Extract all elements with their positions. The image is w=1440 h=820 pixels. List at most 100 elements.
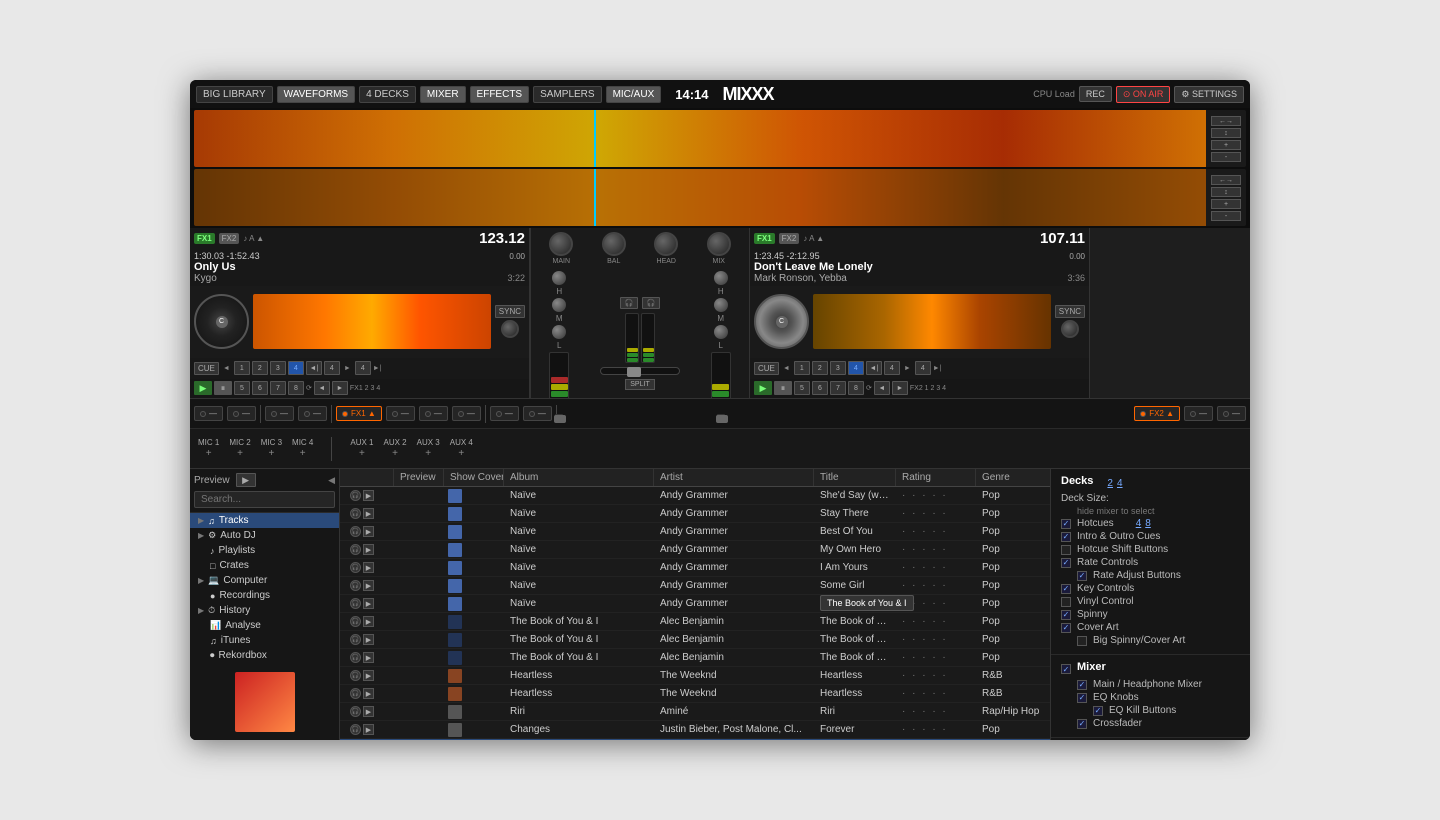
wf2-ctrl1[interactable]: ←→: [1211, 175, 1241, 185]
rp-decks-2[interactable]: 2: [1107, 478, 1113, 489]
deck2-cue-btn[interactable]: CUE: [754, 362, 779, 375]
row-play-8[interactable]: ▶: [363, 634, 374, 645]
rp-hcshift-check[interactable]: [1061, 545, 1071, 555]
fx-power4[interactable]: —: [490, 406, 519, 421]
rp-key-check[interactable]: ✓: [1061, 584, 1071, 594]
fx-power2[interactable]: —: [265, 406, 294, 421]
rp-eqknobs-check[interactable]: ✓: [1077, 693, 1087, 703]
row-play-0[interactable]: ▶: [363, 490, 374, 501]
deck2-pitch-knob[interactable]: [1061, 320, 1079, 338]
tree-item-recordings[interactable]: ● Recordings: [190, 588, 339, 603]
row-play-4[interactable]: ▶: [363, 562, 374, 573]
wf1-ctrl1[interactable]: ←→: [1211, 116, 1241, 126]
deck2-hc5[interactable]: ◄|: [866, 361, 882, 375]
fx-unit6[interactable]: —: [1184, 406, 1213, 421]
row-headphone-12[interactable]: 🎧: [350, 706, 361, 717]
deck1-cue-btn[interactable]: CUE: [194, 362, 219, 375]
mic3-add[interactable]: +: [268, 448, 274, 459]
wf1-ctrl3[interactable]: +: [1211, 140, 1241, 150]
deck1-loop2[interactable]: ►: [332, 381, 348, 395]
fx-unit-fx1[interactable]: FX1 ▲: [336, 406, 382, 421]
table-row[interactable]: 🎧 ▶ Naïve Andy Grammer My Own Hero · · ·…: [340, 541, 1050, 559]
mixer-bal-knob[interactable]: [602, 232, 626, 256]
row-headphone-4[interactable]: 🎧: [350, 562, 361, 573]
fx-unit1[interactable]: —: [227, 406, 256, 421]
rp-vinyl-check[interactable]: [1061, 597, 1071, 607]
waveform-deck2[interactable]: ←→ ↕ + -: [194, 169, 1246, 226]
deck1-pitch-knob[interactable]: [501, 320, 519, 338]
table-row[interactable]: 🎧 ▶ Heartless The Weeknd Heartless · · ·…: [340, 667, 1050, 685]
nav-4decks[interactable]: 4 DECKS: [359, 86, 416, 103]
nav-micaux[interactable]: MIC/AUX: [606, 86, 662, 103]
search-input[interactable]: [194, 491, 335, 508]
rp-hc-8[interactable]: 8: [1145, 518, 1151, 529]
deck1-pause-btn[interactable]: ⏸: [214, 381, 232, 395]
row-headphone-13[interactable]: 🎧: [350, 724, 361, 735]
table-row[interactable]: 🎧 ▶ Heartless The Weeknd Heartless · · ·…: [340, 685, 1050, 703]
aux4-add[interactable]: +: [458, 448, 464, 459]
rp-spinny-check[interactable]: ✓: [1061, 610, 1071, 620]
row-play-1[interactable]: ▶: [363, 508, 374, 519]
tree-item-analyse[interactable]: 📊 Analyse: [190, 618, 339, 633]
row-headphone-1[interactable]: 🎧: [350, 508, 361, 519]
col-title[interactable]: Title: [814, 469, 896, 486]
crossfader[interactable]: [600, 367, 680, 375]
deck1-hc6[interactable]: 4: [324, 361, 340, 375]
deck2-play-btn[interactable]: ▶: [754, 381, 772, 395]
preview-play-btn[interactable]: ▶: [236, 473, 256, 487]
deck2-t2[interactable]: 6: [812, 381, 828, 395]
deck1-hc3[interactable]: 3: [270, 361, 286, 375]
deck2-loop1[interactable]: ◄: [874, 381, 890, 395]
tree-item-computer[interactable]: ▶ 💻 Computer: [190, 573, 339, 588]
rp-bigspinny-check[interactable]: [1077, 636, 1087, 646]
table-row[interactable]: 🎧 ▶ Naïve Andy Grammer I Am Yours · · · …: [340, 559, 1050, 577]
table-row[interactable]: 🎧 ▶ Naïve Andy Grammer Naïve · · · · · P…: [340, 595, 1050, 613]
nav-big-library[interactable]: BIG LIBRARY: [196, 86, 273, 103]
rec-button[interactable]: REC: [1079, 86, 1112, 102]
deck1-play-btn[interactable]: ▶: [194, 381, 212, 395]
deck1-hc7[interactable]: 4: [355, 361, 371, 375]
nav-samplers[interactable]: SAMPLERS: [533, 86, 601, 103]
tree-item-rekordbox[interactable]: ⏺ Rekordbox: [190, 648, 339, 663]
deck2-pause-btn[interactable]: ⏸: [774, 381, 792, 395]
tree-item-serato[interactable]: 🎵 Serato: [190, 663, 339, 664]
deck1-loop1[interactable]: ◄: [314, 381, 330, 395]
wf2-ctrl2[interactable]: ↕: [1211, 187, 1241, 197]
col-actions[interactable]: [344, 469, 394, 486]
deck2-loop2[interactable]: ►: [892, 381, 908, 395]
table-row[interactable]: 🎧 ▶ Riri Aminé Riri · · · · · Rap/Hip Ho…: [340, 703, 1050, 721]
mic4-add[interactable]: +: [300, 448, 306, 459]
table-row[interactable]: 🎧 ▶ Naïve Andy Grammer Best Of You · · ·…: [340, 523, 1050, 541]
deck1-t3[interactable]: 7: [270, 381, 286, 395]
mixer-main-knob[interactable]: [549, 232, 573, 256]
wf1-ctrl2[interactable]: ↕: [1211, 128, 1241, 138]
col-preview[interactable]: Preview: [394, 469, 444, 486]
deck1-sync-btn[interactable]: SYNC: [495, 305, 525, 318]
table-row[interactable]: 🎧 ▶ The Book of You & I Alec Benjamin Th…: [340, 649, 1050, 667]
headphone-l[interactable]: 🎧: [620, 297, 638, 309]
deck2-t4[interactable]: 8: [848, 381, 864, 395]
wf2-ctrl4[interactable]: -: [1211, 211, 1241, 221]
row-headphone-7[interactable]: 🎧: [350, 616, 361, 627]
table-row[interactable]: 🎧 ▶ Naïve Andy Grammer Some Girl · · · ·…: [340, 577, 1050, 595]
rp-rateadj-check[interactable]: ✓: [1077, 571, 1087, 581]
row-play-6[interactable]: ▶: [363, 598, 374, 609]
eq-l-right[interactable]: [714, 325, 728, 339]
row-play-13[interactable]: ▶: [363, 724, 374, 735]
on-air-button[interactable]: ⊙ ON AIR: [1116, 86, 1171, 103]
nav-effects[interactable]: EFFECTS: [470, 86, 530, 103]
wf1-ctrl4[interactable]: -: [1211, 152, 1241, 162]
col-artist[interactable]: Artist: [654, 469, 814, 486]
table-row[interactable]: 🎧 ▶ Naïve Andy Grammer She'd Say (with L…: [340, 487, 1050, 505]
nav-waveforms[interactable]: WAVEFORMS: [277, 86, 355, 103]
row-headphone-9[interactable]: 🎧: [350, 652, 361, 663]
deck1-mini-waveform[interactable]: [253, 294, 491, 349]
tree-item-autodj[interactable]: ▶ ⚙ Auto DJ: [190, 528, 339, 543]
row-play-11[interactable]: ▶: [363, 688, 374, 699]
aux3-add[interactable]: +: [425, 448, 431, 459]
mixer-head-knob[interactable]: [654, 232, 678, 256]
fader-left[interactable]: [555, 414, 563, 416]
deck1-t2[interactable]: 6: [252, 381, 268, 395]
deck1-hc2[interactable]: 2: [252, 361, 268, 375]
row-play-5[interactable]: ▶: [363, 580, 374, 591]
